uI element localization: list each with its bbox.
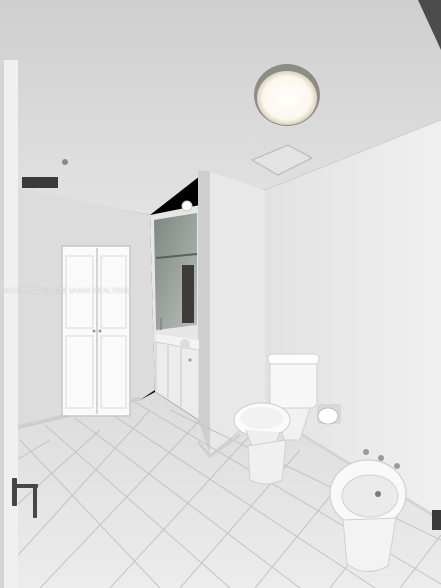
partition-wall xyxy=(198,170,210,455)
faucet-icon xyxy=(160,318,162,330)
smoke-sensor-icon xyxy=(62,159,68,165)
sink-bowl xyxy=(180,339,190,349)
bathroom-photo: A11601722 © 2025 MIAMI REALTORS xyxy=(0,0,441,588)
toilet-paper-holder-icon xyxy=(317,404,341,425)
closet-bifold-door xyxy=(61,245,131,417)
listing-watermark: A11601722 © 2025 MIAMI REALTORS xyxy=(4,288,132,295)
air-vent-icon xyxy=(22,177,58,188)
mirror-reflection-door xyxy=(182,265,194,323)
ceiling-light-icon xyxy=(254,64,320,126)
recessed-light-icon xyxy=(181,200,193,212)
